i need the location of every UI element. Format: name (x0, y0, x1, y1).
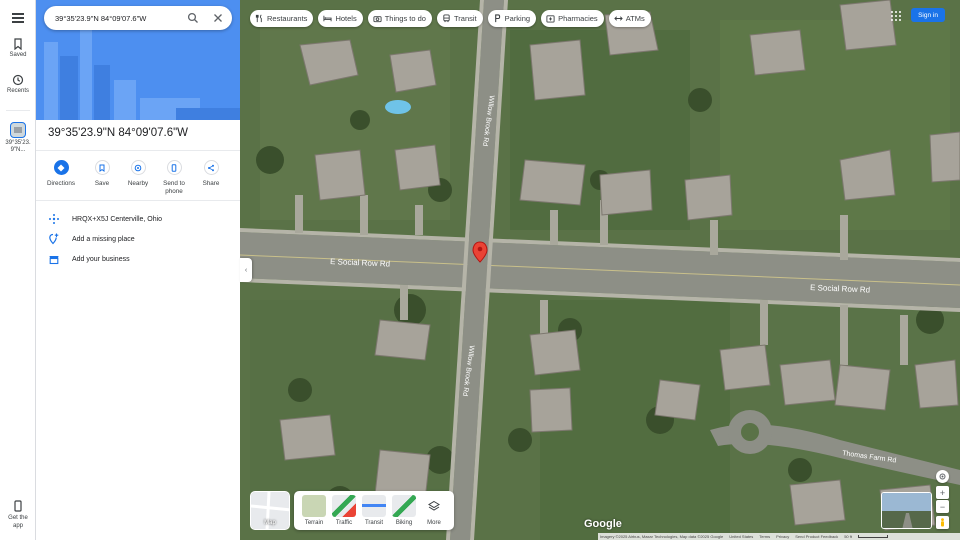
zoom-out-button[interactable]: − (936, 500, 949, 513)
map-canvas[interactable]: E Social Row Rd E Social Row Rd Willow B… (240, 0, 960, 540)
send-to-phone-button[interactable]: Send to phone (156, 160, 192, 196)
map-type-toggle[interactable]: Map (250, 491, 290, 530)
directions-icon (57, 164, 65, 171)
minus-icon: − (939, 501, 946, 512)
bed-icon (323, 15, 332, 22)
plus-icon: + (939, 487, 946, 498)
plus-code-text: HRQX+X5J Centerville, Ohio (72, 215, 163, 223)
train-icon (443, 14, 450, 23)
nearby-label: Nearby (127, 180, 149, 187)
add-business-text: Add your business (72, 255, 130, 263)
scale-label[interactable]: 50 ft (844, 534, 852, 539)
phone-icon (171, 163, 177, 172)
plus-code-icon (49, 214, 59, 224)
search-icon[interactable] (187, 12, 199, 24)
satellite-imagery: E Social Row Rd E Social Row Rd Willow B… (240, 0, 960, 540)
store-icon (49, 256, 59, 265)
layer-more[interactable]: More (422, 495, 446, 526)
chip-atms[interactable]: ATMs (608, 10, 651, 27)
camera-icon (373, 16, 382, 23)
nearby-icon (134, 164, 142, 171)
recents-button[interactable]: Recents (0, 74, 36, 94)
chip-pharmacies[interactable]: Pharmacies (541, 10, 604, 27)
layer-terrain[interactable]: Terrain (302, 495, 326, 526)
place-panel: 39°35'23.9"N 84°09'07.6"W Directions Sav… (36, 0, 240, 540)
fork-knife-icon (255, 14, 262, 23)
add-location-icon (49, 233, 59, 245)
layer-transit[interactable]: Transit (362, 495, 386, 526)
bookmark-icon (14, 38, 22, 50)
google-logo: Google (584, 518, 622, 530)
directions-button[interactable]: Directions (43, 160, 79, 188)
actions-divider (36, 200, 240, 201)
plus-code-row[interactable]: HRQX+X5J Centerville, Ohio (48, 212, 162, 226)
my-location-button[interactable] (936, 470, 949, 483)
add-missing-place-row[interactable]: Add a missing place (48, 232, 135, 246)
share-icon (208, 164, 214, 171)
nearby-button[interactable]: Nearby (120, 160, 156, 188)
attribution-text: Imagery ©2025 Airbus, Maxar Technologies… (600, 534, 724, 539)
privacy-link[interactable]: Privacy (776, 534, 789, 539)
chip-restaurants[interactable]: Restaurants (250, 10, 314, 27)
add-business-row[interactable]: Add your business (48, 252, 130, 266)
crosshair-icon (939, 473, 946, 480)
place-title: 39°35'23.9"N 84°09'07.6"W (48, 127, 189, 139)
street-view-pegman[interactable] (936, 516, 949, 529)
current-place-button[interactable]: 39°35'23.9"N... (0, 122, 36, 154)
phone-icon (14, 500, 22, 512)
close-icon[interactable] (212, 12, 224, 24)
chip-transit[interactable]: Transit (436, 10, 483, 27)
terms-link[interactable]: Terms (759, 534, 770, 539)
directions-label: Directions (47, 180, 75, 187)
sign-in-button[interactable]: Sign in (911, 8, 945, 22)
share-button[interactable]: Share (193, 160, 229, 188)
map-footer: Imagery ©2025 Airbus, Maxar Technologies… (598, 533, 960, 540)
layers-icon (428, 500, 440, 511)
pegman-icon (941, 518, 944, 527)
chip-hotels[interactable]: Hotels (318, 10, 363, 27)
recents-label: Recents (6, 88, 29, 94)
saved-label: Saved (9, 52, 27, 58)
street-view-thumbnail[interactable] (881, 492, 932, 529)
apps-grid-icon[interactable] (891, 11, 901, 21)
layers-panel: Terrain Traffic Transit Biking More (294, 491, 454, 530)
get-app-label: Get the app (8, 515, 28, 529)
side-rail: Saved Recents 39°35'23.9"N... Get the ap… (0, 0, 36, 540)
parking-icon (494, 14, 500, 23)
search-input[interactable] (55, 11, 179, 25)
category-chips: Restaurants Hotels Things to do Transit … (250, 10, 651, 27)
history-icon (12, 74, 24, 86)
chevron-left-icon: ‹ (244, 266, 248, 274)
get-app-button[interactable]: Get the app (0, 500, 36, 530)
rail-divider (6, 110, 30, 111)
menu-icon[interactable] (12, 13, 24, 23)
scale-bar (857, 535, 888, 538)
add-missing-place-text: Add a missing place (72, 235, 135, 243)
chip-things-to-do[interactable]: Things to do (367, 10, 432, 27)
place-thumbnail (10, 122, 26, 138)
chip-parking[interactable]: Parking (487, 10, 537, 27)
atm-icon (613, 16, 623, 21)
map-type-label: Map (264, 520, 276, 526)
search-box (44, 6, 232, 30)
current-place-label: 39°35'23.9"N... (5, 140, 31, 153)
layer-traffic[interactable]: Traffic (332, 495, 356, 526)
save-button[interactable]: Save (84, 160, 120, 188)
send-to-phone-label: Send to phone (163, 180, 185, 195)
saved-button[interactable]: Saved (0, 38, 36, 58)
save-label: Save (94, 180, 110, 187)
layer-biking[interactable]: Biking (392, 495, 416, 526)
collapse-panel-button[interactable]: ‹ (240, 258, 252, 282)
title-divider (36, 150, 240, 151)
bookmark-icon (99, 164, 105, 172)
pharmacy-icon (546, 15, 555, 23)
country-link[interactable]: United States (729, 534, 753, 539)
zoom-in-button[interactable]: + (936, 486, 949, 499)
share-label: Share (202, 180, 220, 187)
feedback-link[interactable]: Send Product Feedback (795, 534, 838, 539)
